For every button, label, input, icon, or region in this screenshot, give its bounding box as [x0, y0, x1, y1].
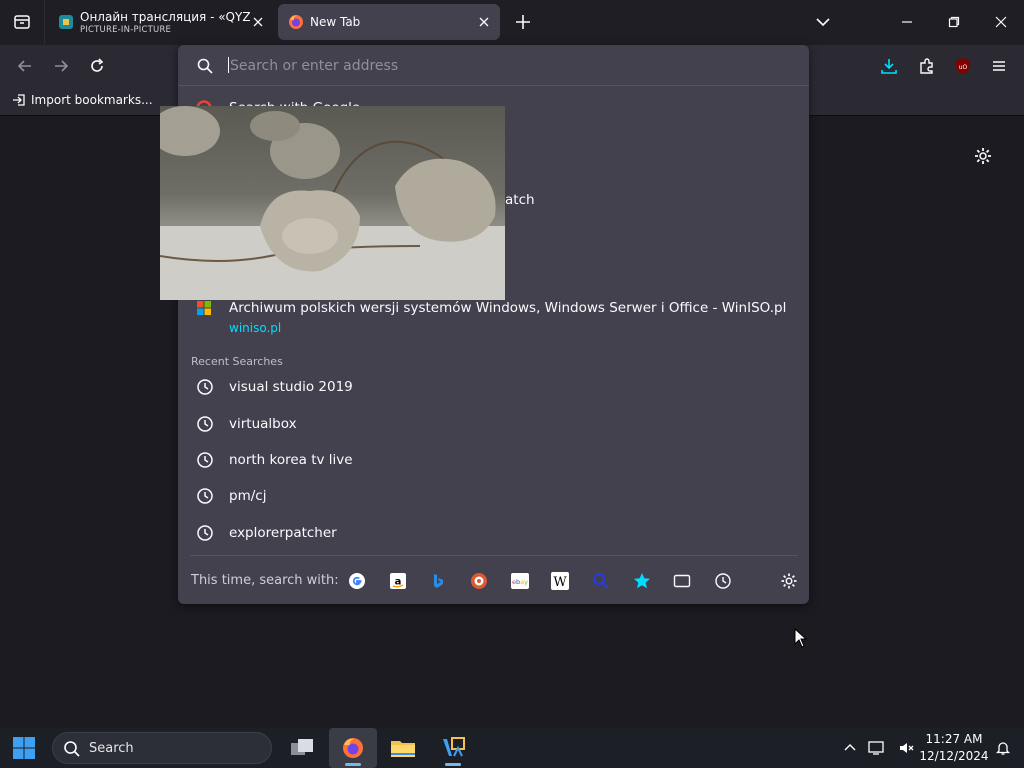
history-clock-icon [196, 415, 214, 433]
svg-text:uO: uO [959, 64, 968, 71]
history-clock-icon [196, 378, 214, 396]
recent-search-label: north korea tv live [229, 452, 353, 468]
search-icon [63, 740, 81, 758]
file-explorer-icon[interactable] [379, 728, 427, 768]
running-app-indicator [445, 763, 461, 766]
menu-hamburger-icon[interactable] [988, 55, 1010, 77]
tab-title: Онлайн трансляция - «QYZYL [80, 10, 250, 24]
windows-logo-icon [196, 300, 212, 316]
task-view-icon[interactable] [278, 728, 326, 768]
amazon-icon[interactable]: a [388, 571, 408, 591]
picture-in-picture-video[interactable] [160, 106, 505, 300]
mouse-cursor-icon [794, 628, 808, 648]
top-site-url[interactable]: winiso.pl [229, 321, 281, 335]
recent-search-label: virtualbox [229, 416, 297, 432]
gear-icon[interactable] [973, 146, 993, 166]
visual-studio-app-icon[interactable] [429, 728, 477, 768]
taskbar-firefox-icon[interactable] [329, 728, 377, 768]
recent-search-item[interactable]: north korea tv live [178, 442, 809, 478]
windows-taskbar: Search 11:27 AM 12/12/2024 [0, 728, 1024, 768]
ebay-icon[interactable]: ebay [510, 571, 530, 591]
svg-text:W: W [553, 575, 567, 590]
history-clock-icon [196, 451, 214, 469]
downloads-icon[interactable] [878, 55, 900, 77]
import-bookmarks-button[interactable]: Import bookmarks... [12, 93, 153, 107]
tab-new-tab[interactable]: New Tab [278, 4, 500, 40]
tab-picture-in-picture[interactable]: Онлайн трансляция - «QYZYL PICTURE-IN-PI… [48, 4, 274, 40]
recent-search-item[interactable]: pm/cj [178, 478, 809, 514]
channel-favicon-icon [58, 14, 74, 30]
svg-text:ebay: ebay [512, 578, 528, 586]
import-icon [13, 94, 25, 106]
bookmarks-star-icon[interactable] [632, 571, 652, 591]
urlbar [178, 45, 809, 86]
wikipedia-icon[interactable]: W [550, 571, 570, 591]
search-with-label: This time, search with: [191, 573, 339, 588]
text-caret [228, 57, 229, 73]
recent-search-item[interactable]: explorerpatcher [178, 515, 809, 551]
new-tab-plus-icon[interactable] [513, 12, 533, 32]
footer-divider [190, 555, 798, 556]
notification-bell-icon[interactable] [995, 740, 1011, 756]
recent-search-label: visual studio 2019 [229, 379, 353, 395]
tab-strip: Онлайн трансляция - «QYZYL PICTURE-IN-PI… [0, 0, 1024, 45]
back-arrow-icon[interactable] [14, 55, 36, 77]
import-bookmarks-label: Import bookmarks... [31, 93, 153, 107]
search-settings-gear-icon[interactable] [779, 571, 799, 591]
clock-date[interactable]: 12/12/2024 [918, 749, 990, 763]
chevron-down-icon[interactable] [813, 12, 833, 32]
recent-searches-header: Recent Searches [191, 355, 283, 368]
minimize-icon[interactable] [895, 10, 919, 34]
history-icon[interactable] [713, 571, 733, 591]
active-app-indicator [345, 763, 361, 766]
search-engine-icon[interactable] [591, 571, 611, 591]
address-input[interactable] [228, 53, 792, 79]
google-icon[interactable] [347, 571, 367, 591]
ublock-origin-icon[interactable]: uO [952, 55, 974, 77]
restore-icon[interactable] [942, 10, 966, 34]
tabs-icon[interactable] [672, 571, 692, 591]
history-clock-icon [196, 524, 214, 542]
suggestion-partial-text[interactable]: atch [505, 192, 535, 208]
tab-title: New Tab [310, 15, 361, 29]
forward-arrow-icon[interactable] [50, 55, 72, 77]
reload-icon[interactable] [86, 55, 108, 77]
taskbar-search-label: Search [89, 741, 134, 756]
firefox-icon [288, 14, 304, 30]
duckduckgo-icon[interactable] [469, 571, 489, 591]
recent-search-label: explorerpatcher [229, 525, 337, 541]
extensions-icon[interactable] [916, 55, 938, 77]
history-clock-icon [196, 487, 214, 505]
close-window-icon[interactable] [989, 10, 1013, 34]
recent-search-item[interactable]: virtualbox [178, 406, 809, 442]
close-tab-icon[interactable] [476, 14, 492, 30]
recent-search-item[interactable]: visual studio 2019 [178, 369, 809, 405]
taskbar-search-box[interactable]: Search [52, 732, 272, 764]
clock-time[interactable]: 11:27 AM [918, 732, 990, 746]
tab-subtitle: PICTURE-IN-PICTURE [80, 25, 172, 35]
volume-muted-icon[interactable] [898, 740, 914, 756]
close-tab-icon[interactable] [250, 14, 266, 30]
chevron-up-icon[interactable] [842, 740, 858, 756]
search-icon [196, 57, 214, 75]
list-all-tabs-icon[interactable] [0, 0, 45, 44]
recent-search-label: pm/cj [229, 488, 267, 504]
windows-start-icon[interactable] [12, 736, 36, 760]
top-site-title[interactable]: Archiwum polskich wersji systemów Window… [229, 300, 786, 316]
network-icon[interactable] [868, 740, 884, 756]
bing-icon[interactable] [428, 571, 448, 591]
